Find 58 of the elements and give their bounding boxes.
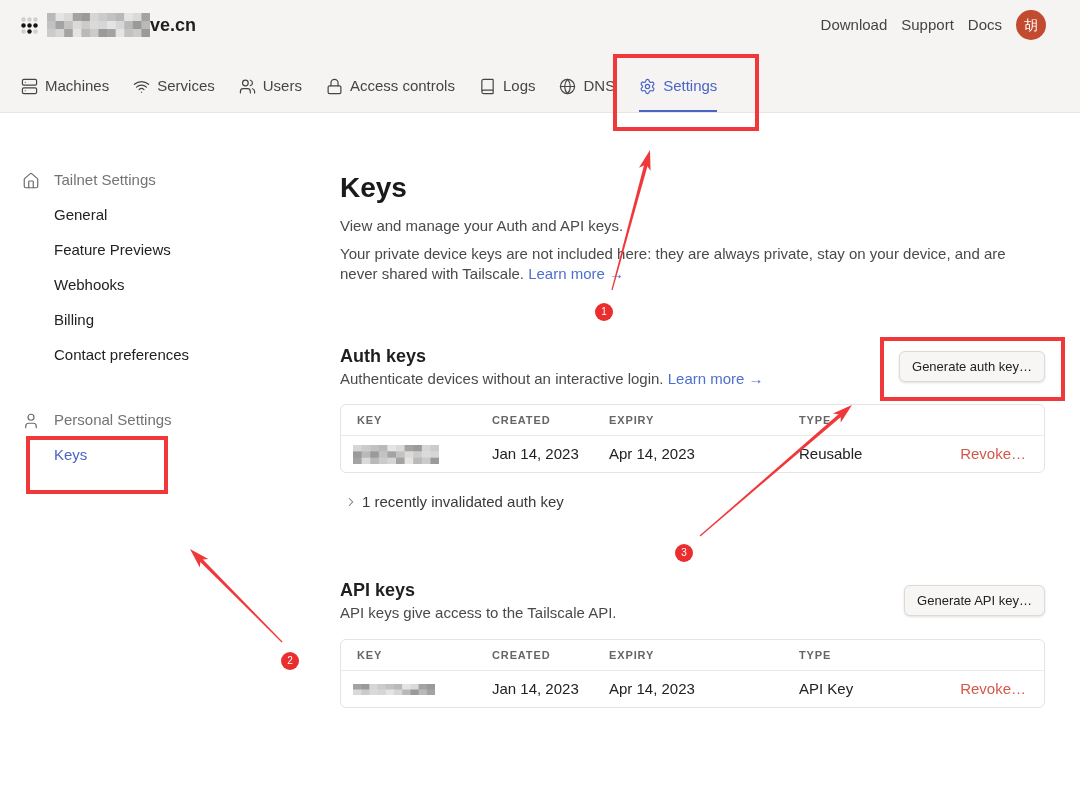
nav-tab[interactable]: Machines: [21, 50, 110, 112]
generate-key-button[interactable]: Generate auth key…: [899, 351, 1045, 382]
column-header: CREATED: [492, 412, 552, 428]
users-icon: [238, 77, 256, 95]
table-cell-text: Jan 14, 2023: [491, 443, 580, 464]
lock-icon: [325, 77, 343, 95]
column-header: KEY: [357, 412, 384, 428]
column-header: CREATED: [492, 647, 552, 663]
revoke-link[interactable]: Revoke…: [960, 442, 1026, 466]
section-description: API keys give access to the Tailscale API.: [340, 603, 617, 623]
learn-more-link[interactable]: Learn more →: [667, 370, 764, 387]
globe-icon: [559, 77, 577, 95]
nav-tab[interactable]: Users: [238, 50, 302, 112]
column-header: EXPIRY: [609, 647, 656, 663]
sidebar-item[interactable]: Webhooks: [54, 274, 125, 297]
table-cell-text: Reusable: [798, 443, 864, 464]
page-intro: View and manage your Auth and API keys.: [340, 216, 625, 236]
sidebar-item[interactable]: Feature Previews: [54, 239, 171, 262]
person-icon: [22, 411, 40, 430]
section-heading: API keys: [340, 579, 417, 601]
sidebar-item[interactable]: General: [54, 204, 108, 227]
table-cell-text: Jan 14, 2023: [491, 678, 580, 699]
sidebar-section-title: Tailnet Settings: [54, 170, 156, 191]
section-heading: Auth keys: [340, 345, 428, 367]
step-number-badge: 2: [281, 652, 299, 670]
nav-tab[interactable]: Logs: [478, 50, 536, 112]
column-header: EXPIRY: [609, 412, 656, 428]
user-avatar[interactable]: 胡: [1016, 10, 1046, 40]
page-title: Keys: [340, 171, 408, 205]
section-description: Authenticate devices without an interactive login. Learn more →: [340, 369, 764, 389]
step-number-badge: 1: [595, 303, 613, 321]
step-number-badge: 3: [675, 544, 693, 562]
table-cell-text: Apr 14, 2023: [608, 443, 696, 464]
sidebar-item[interactable]: Keys: [54, 444, 88, 467]
column-header: TYPE: [799, 412, 833, 428]
column-header: KEY: [357, 647, 384, 663]
settings-icon: [639, 77, 657, 95]
nav-tab[interactable]: Services: [133, 50, 215, 112]
table-cell-text: API Key: [798, 678, 855, 699]
table-cell-text: Apr 14, 2023: [608, 678, 696, 699]
revoke-link[interactable]: Revoke…: [960, 677, 1026, 701]
column-header: TYPE: [799, 647, 833, 663]
tailnet-domain: ve.cn: [150, 16, 197, 34]
house-icon: [22, 171, 40, 190]
nav-tab[interactable]: Settings: [639, 50, 718, 112]
sidebar-section-title: Personal Settings: [54, 410, 172, 431]
nav-tab[interactable]: DNS: [559, 50, 616, 112]
header-link[interactable]: Download: [820, 13, 888, 37]
nav-tab[interactable]: Access controls: [325, 50, 455, 112]
generate-key-button[interactable]: Generate API key…: [904, 585, 1045, 616]
invalidated-keys-toggle[interactable]: 1 recently invalidated auth key: [340, 492, 564, 512]
sidebar-item[interactable]: Contact preferences: [54, 344, 190, 367]
server-icon: [21, 77, 38, 95]
sidebar-item[interactable]: Billing: [54, 309, 95, 332]
dots-logo-icon: [21, 16, 38, 34]
book-icon: [478, 77, 496, 95]
header-link[interactable]: Support: [901, 13, 954, 37]
header-link[interactable]: Docs: [967, 13, 1002, 37]
